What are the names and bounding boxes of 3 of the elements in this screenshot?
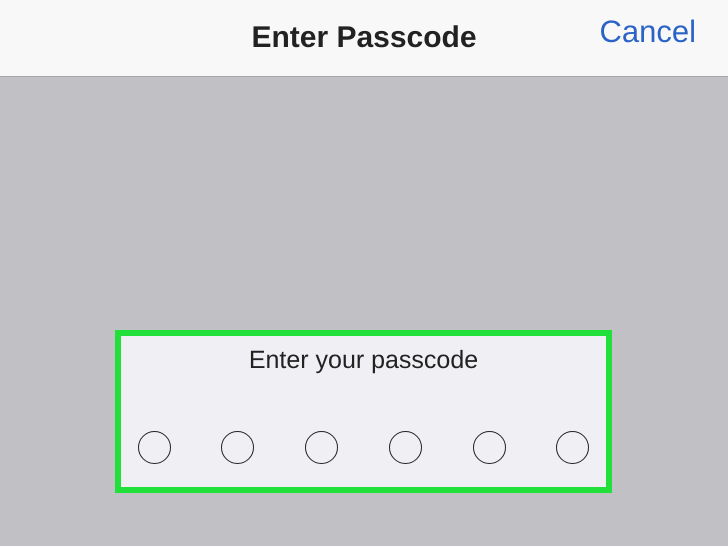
passcode-prompt: Enter your passcode — [248, 346, 478, 375]
cancel-button[interactable]: Cancel — [600, 14, 696, 50]
nav-title: Enter Passcode — [251, 21, 477, 55]
